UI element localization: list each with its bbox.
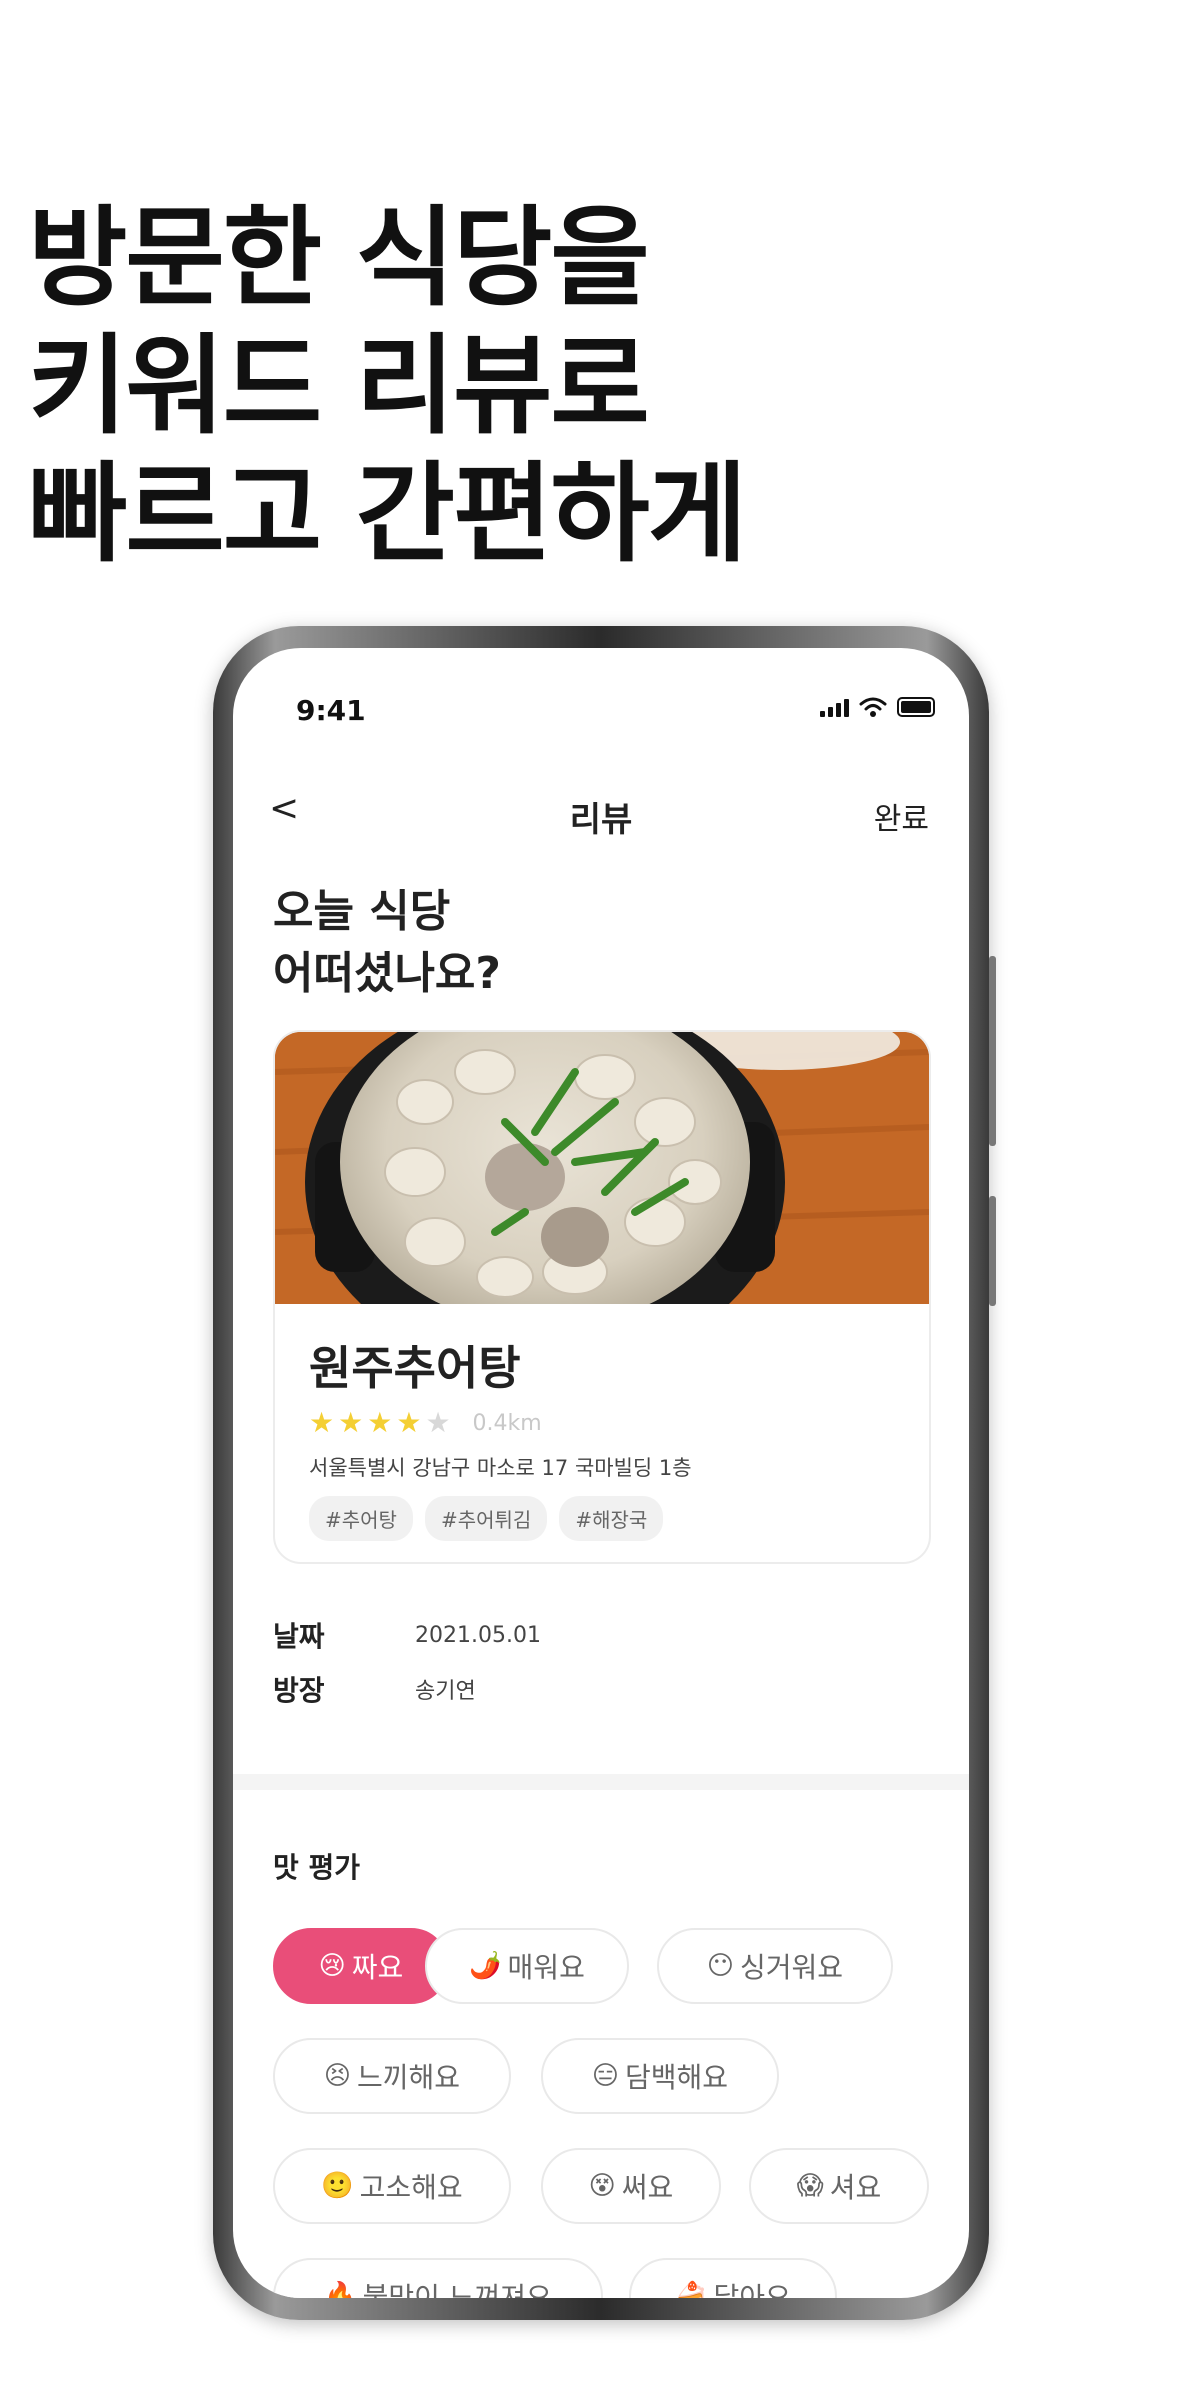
taste-chip-label: 고소해요 [359,2171,463,2204]
taste-chip[interactable]: 🔥 불맛이 느껴져요 [273,2258,603,2298]
emoji-icon: 😵 [588,2171,616,2201]
restaurant-card[interactable]: 원주추어탕 ★ ★ ★ ★ ★ 0.4km 서울특별시 강남구 마소로 17 국마빌딩 … [273,1030,931,1564]
headline-line-3: 빠르고 간편하게 [28,452,747,577]
host-label: 방장 [273,1674,325,1707]
emoji-icon: 🍰 [675,2281,708,2298]
taste-chip[interactable]: 🙂 고소해요 [273,2148,511,2224]
taste-chip-label: 담백해요 [625,2061,729,2094]
emoji-icon: 😣 [323,2061,352,2091]
host-value: 송기연 [415,1679,476,1704]
tag-chip: #해장국 [559,1496,664,1541]
taste-chip-label: 불맛이 느껴져요 [362,2281,552,2298]
restaurant-address: 서울특별시 강남구 마소로 17 국마빌딩 1층 [309,1456,692,1480]
nav-bar: < 리뷰 완료 [233,778,969,840]
taste-chip[interactable]: 😱 셔요 [749,2148,929,2224]
taste-chip[interactable]: 😶 싱거워요 [657,1928,893,2004]
emoji-icon: 🔥 [324,2281,357,2298]
side-button [989,956,996,1146]
emoji-icon: 🌶️ [469,1951,502,1981]
emoji-icon: 😱 [796,2171,824,2201]
battery-icon [897,697,935,717]
taste-chip[interactable]: 😵 써요 [541,2148,721,2224]
emoji-icon: 🙂 [321,2171,354,2201]
taste-chip-label: 매워요 [507,1951,585,1984]
review-question: 오늘 식당 어떠셨나요? [273,881,501,1005]
phone-screen: 9:41 < 리뷰 완료 오늘 식당 어떠셨나요? 원주추어탕 ★ ★ ★ ★ … [233,648,969,2298]
taste-chip-label: 달아요 [713,2281,791,2298]
visit-info: 날짜 2021.05.01 방장 송기연 [273,1608,541,1716]
wifi-icon [859,697,887,717]
taste-chip[interactable]: 😣 느끼해요 [273,2038,511,2114]
emoji-icon: 😶 [706,1951,735,1981]
emoji-icon: 😑 [591,2061,620,2091]
taste-chip-label: 써요 [621,2171,674,2204]
taste-chip[interactable]: 😢 짜요 [273,1928,449,2004]
question-line-1: 오늘 식당 [273,886,451,937]
phone-frame: 9:41 < 리뷰 완료 오늘 식당 어떠셨나요? 원주추어탕 ★ ★ ★ ★ … [213,626,996,2320]
taste-chip-label: 셔요 [829,2171,882,2204]
taste-chip-label: 싱거워요 [740,1951,844,1984]
page-title: 리뷰 [569,800,633,840]
taste-chip[interactable]: 🌶️ 매워요 [425,1928,629,2004]
signal-icon [820,697,849,717]
restaurant-name: 원주추어탕 [309,1341,521,1395]
taste-chip[interactable]: 🍰 달아요 [629,2258,837,2298]
taste-chip-label: 느끼해요 [357,2061,461,2094]
tag-chip: #추어튀김 [424,1496,548,1541]
question-line-2: 어떠셨나요? [273,948,501,999]
section-divider [233,1774,969,1790]
food-photo [275,1032,929,1304]
taste-section-title: 맛 평가 [273,1851,361,1884]
emoji-icon: 😢 [318,1951,346,1981]
star-empty-icon: ★ [425,1406,451,1439]
done-button[interactable]: 완료 [874,794,929,838]
date-value: 2021.05.01 [415,1622,541,1648]
star-filled-icon: ★ [396,1406,422,1439]
rating-row: ★ ★ ★ ★ ★ 0.4km [309,1408,899,1438]
promo-headline: 방문한 식당을 키워드 리뷰로 빠르고 간편하게 [28,195,1028,579]
restaurant-tags: #추어탕 #추어튀김 #해장국 [309,1496,899,1541]
star-filled-icon: ★ [309,1406,335,1439]
tag-chip: #추어탕 [309,1496,413,1541]
star-filled-icon: ★ [338,1406,364,1439]
headline-line-2: 키워드 리뷰로 [28,324,650,449]
status-time: 9:41 [296,694,366,727]
date-label: 날짜 [273,1620,325,1653]
taste-chip-label: 짜요 [351,1951,404,1984]
star-filled-icon: ★ [367,1406,393,1439]
star-rating: ★ ★ ★ ★ ★ [309,1408,455,1438]
headline-line-1: 방문한 식당을 [28,196,650,321]
distance: 0.4km [472,1410,542,1436]
taste-chip[interactable]: 😑 담백해요 [541,2038,779,2114]
side-button [989,1196,996,1306]
status-bar: 9:41 [233,648,969,728]
